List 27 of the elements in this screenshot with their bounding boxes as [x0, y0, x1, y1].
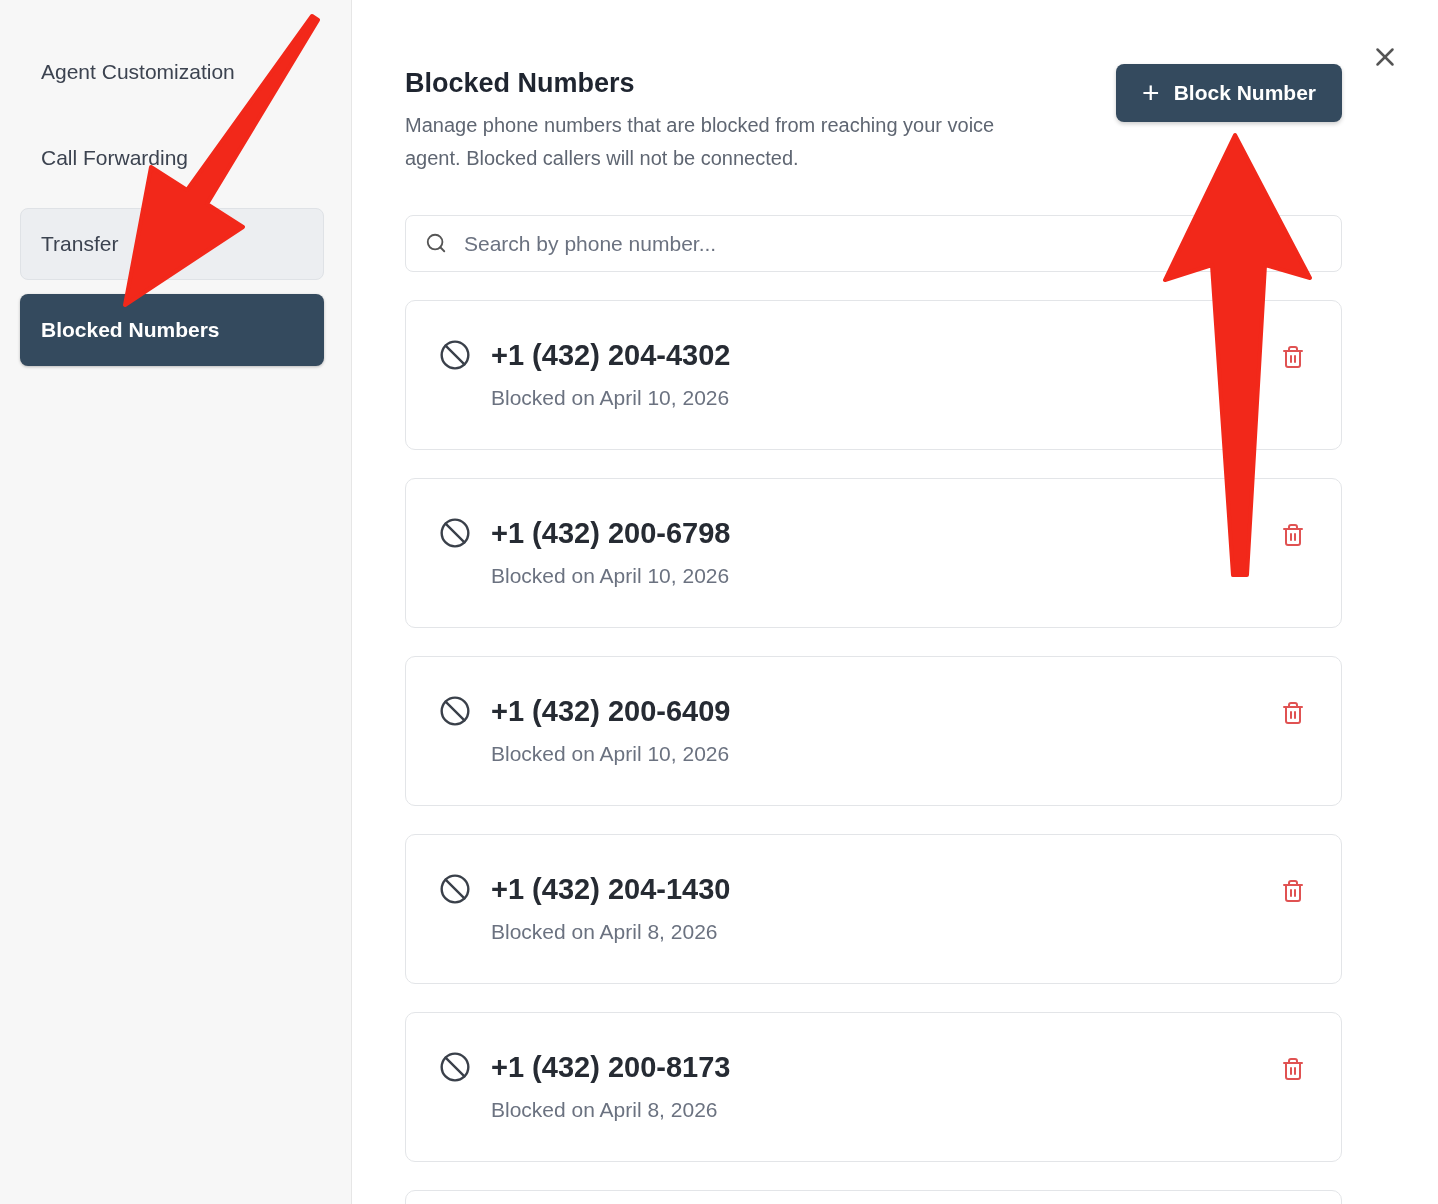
blocked-date: Blocked on April 10, 2026 [491, 742, 731, 766]
phone-number: +1 (432) 204-4302 [491, 339, 732, 372]
blocked-date: Blocked on April 8, 2026 [491, 1098, 719, 1122]
block-icon [439, 517, 471, 549]
phone-number: +1 (432) 200-8173 [491, 1051, 732, 1084]
block-number-button[interactable]: + Block Number [1116, 64, 1342, 122]
block-icon [439, 873, 471, 905]
page-title: Blocked Numbers [405, 68, 636, 99]
sidebar-item[interactable]: Call Forwarding [20, 122, 324, 194]
block-icon [439, 1051, 471, 1083]
delete-icon[interactable] [1281, 523, 1305, 547]
sidebar-item[interactable]: Agent Customization [20, 36, 324, 108]
search-icon [425, 232, 447, 254]
blocked-date: Blocked on April 10, 2026 [491, 386, 731, 410]
delete-icon[interactable] [1281, 345, 1305, 369]
blocked-date: Blocked on April 10, 2026 [491, 564, 731, 588]
page-description: Manage phone numbers that are blocked from reaching your voice agent. Blocked callers will not be connected. [405, 113, 996, 171]
phone-number: +1 (432) 200-6798 [491, 517, 732, 550]
delete-icon[interactable] [1281, 1057, 1305, 1081]
block-icon [439, 695, 471, 727]
phone-number: +1 (432) 204-1430 [491, 873, 732, 906]
blocked-date: Blocked on April 8, 2026 [491, 920, 719, 944]
block-icon [439, 339, 471, 371]
delete-icon[interactable] [1281, 879, 1305, 903]
phone-number: +1 (432) 200-6409 [491, 695, 732, 728]
delete-icon[interactable] [1281, 701, 1305, 725]
sidebar-item[interactable]: Blocked Numbers [20, 294, 324, 366]
